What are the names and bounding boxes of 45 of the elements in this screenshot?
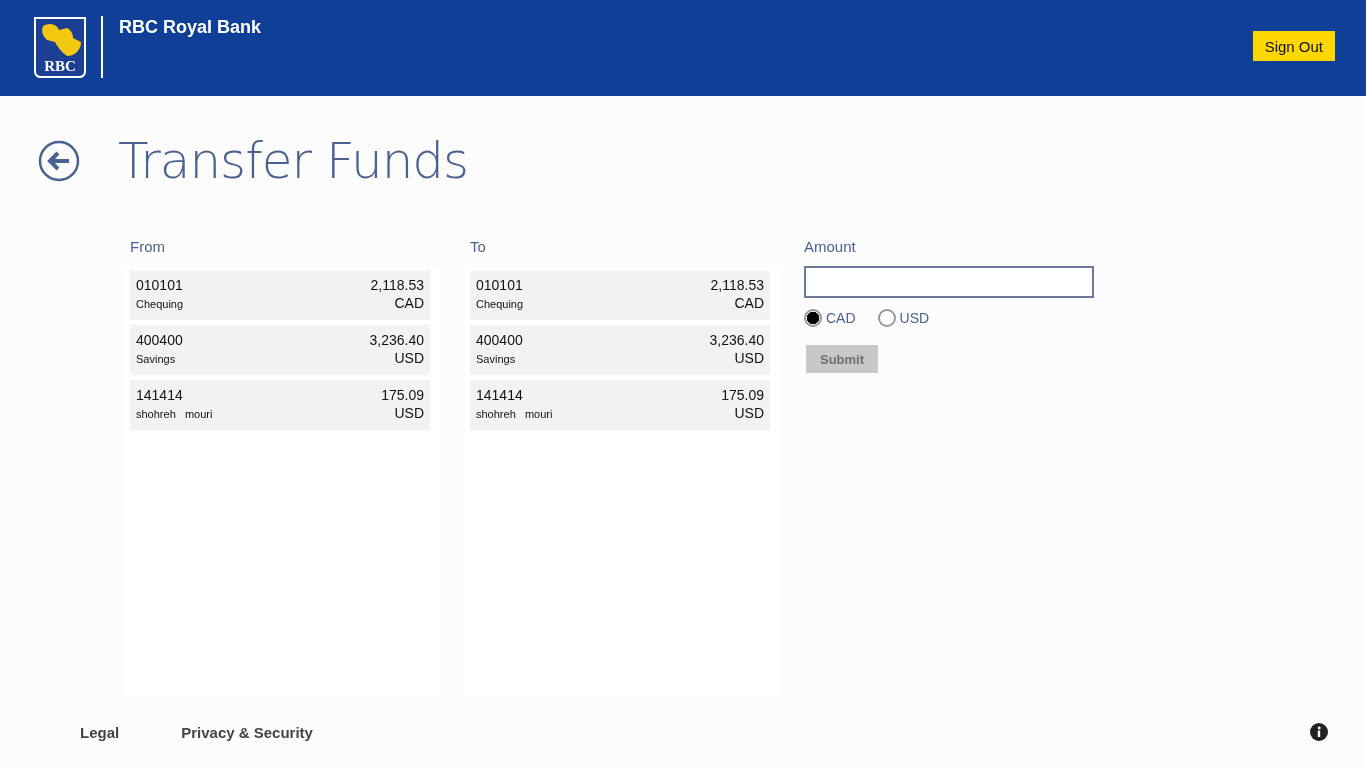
account-currency: USD <box>734 405 764 421</box>
footer-link[interactable]: Privacy & Security <box>181 723 313 741</box>
account-number: 400400 <box>476 331 523 350</box>
account-item[interactable]: 010101 Chequing 2,118.53 CAD <box>130 270 430 320</box>
account-item[interactable]: 400400 Savings 3,236.40 USD <box>470 325 770 375</box>
radio-button[interactable] <box>877 309 896 327</box>
account-item[interactable]: 400400 Savings 3,236.40 USD <box>130 325 430 375</box>
account-balance: 3,236.40 <box>709 331 764 350</box>
radio-label: USD <box>899 310 930 326</box>
account-balance: 3,236.40 <box>369 331 424 350</box>
account-balance: 2,118.53 <box>710 276 764 295</box>
footer-link[interactable]: Legal <box>80 723 120 741</box>
sign-out-button[interactable]: Sign Out <box>1252 31 1335 61</box>
account-currency: USD <box>394 350 424 366</box>
bank-logo-drawing: RBC <box>33 16 89 80</box>
radio-label: CAD <box>826 310 856 326</box>
account-number: 010101 <box>476 276 524 295</box>
account-balance: 175.09 <box>721 386 764 405</box>
amount-input-field[interactable] <box>804 266 1094 298</box>
account-item[interactable]: 141414 shohreh mouri 175.09 USD <box>130 380 430 430</box>
account-name: Chequing <box>136 298 184 310</box>
account-currency: USD <box>734 350 764 366</box>
account-number: 010101 <box>136 276 184 295</box>
account-item[interactable]: 010101 Chequing 2,118.53 CAD <box>470 270 770 320</box>
account-name: Chequing <box>476 298 524 310</box>
account-number: 141414 <box>476 386 524 405</box>
amount-label: Amount <box>804 238 857 257</box>
list-label: To <box>469 238 487 257</box>
account-balance: 2,118.53 <box>370 276 424 295</box>
account-currency: CAD <box>394 295 424 311</box>
page-title: Transfer Funds <box>118 132 469 190</box>
list-label: From <box>129 238 166 257</box>
account-name: Savings <box>136 353 177 365</box>
account-name: shohreh mouri <box>476 408 553 420</box>
radio-button[interactable] <box>804 309 822 327</box>
account-number: 141414 <box>136 386 184 405</box>
account-currency: CAD <box>734 295 764 311</box>
account-name: shohreh mouri <box>136 408 213 420</box>
account-number: 400400 <box>136 331 183 350</box>
bank-name: RBC Royal Bank <box>119 17 262 38</box>
account-name: Savings <box>476 353 517 365</box>
account-item[interactable]: 141414 shohreh mouri 175.09 USD <box>470 380 770 430</box>
account-balance: 175.09 <box>381 386 424 405</box>
account-currency: USD <box>394 405 424 421</box>
info-icon[interactable] <box>1310 723 1328 741</box>
